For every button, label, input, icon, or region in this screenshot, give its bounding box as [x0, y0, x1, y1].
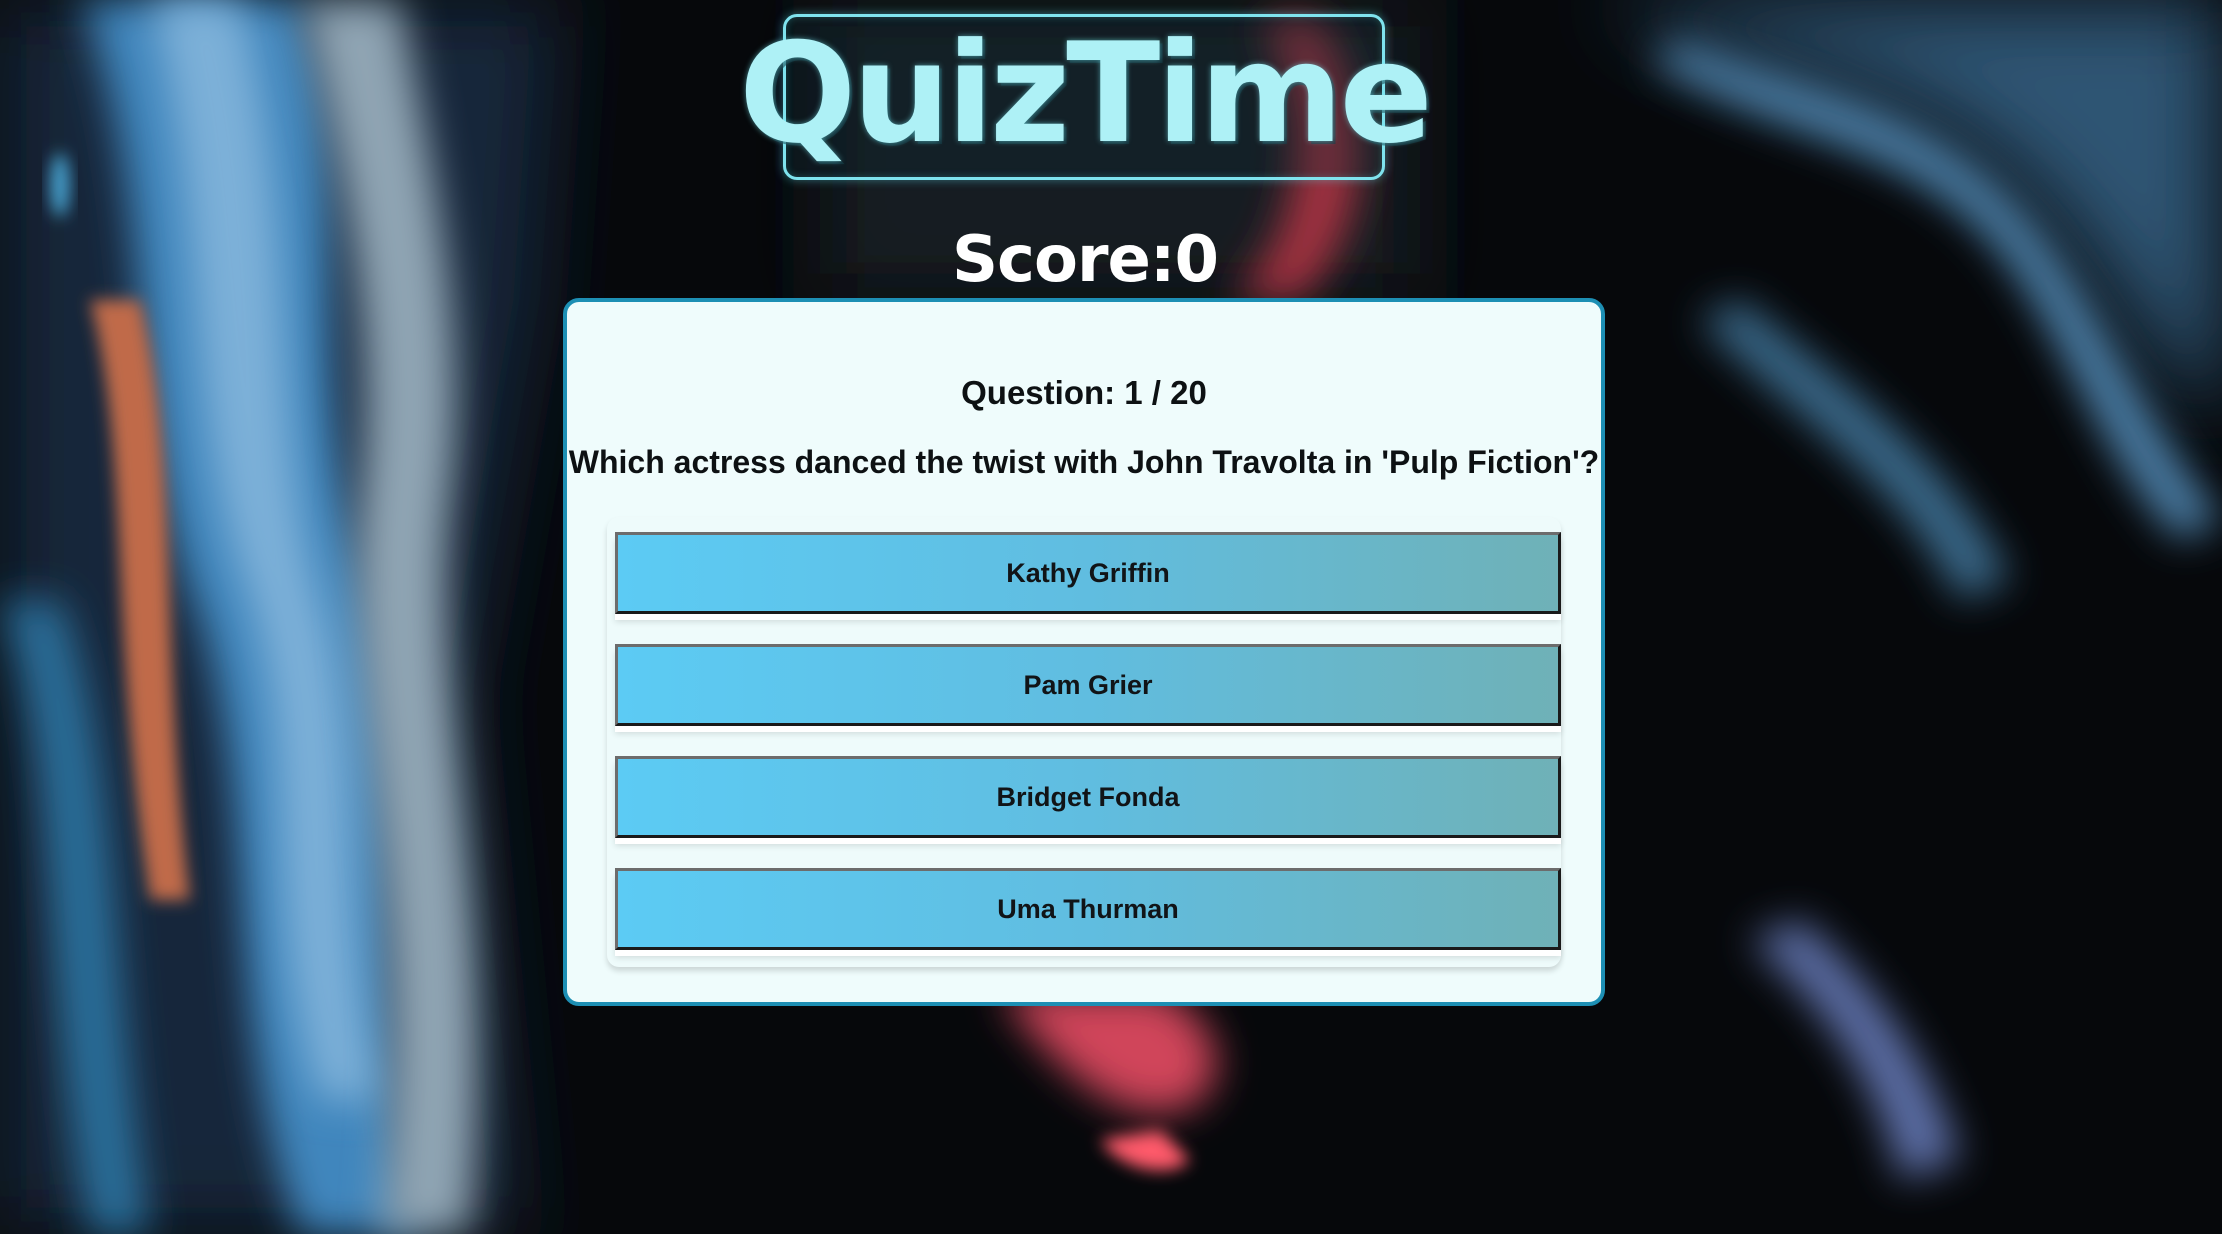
- score-label: Score:: [951, 223, 1176, 297]
- score-value: 0: [1174, 223, 1220, 297]
- answer-button-3[interactable]: Bridget Fonda: [615, 756, 1561, 838]
- answer-button-2[interactable]: Pam Grier: [615, 644, 1561, 726]
- question-card: Question: 1 / 20 Which actress danced th…: [563, 298, 1605, 1006]
- question-text: Which actress danced the twist with John…: [568, 444, 1600, 480]
- app-logo-text: QuizTime: [739, 13, 1433, 174]
- score-display: Score:0: [0, 222, 2170, 298]
- answer-button-4[interactable]: Uma Thurman: [615, 868, 1561, 950]
- answer-list: Kathy Griffin Pam Grier Bridget Fonda Um…: [607, 517, 1561, 967]
- question-counter: Question: 1 / 20: [961, 374, 1207, 411]
- app-logo: QuizTime: [739, 14, 1433, 180]
- answer-button-1[interactable]: Kathy Griffin: [615, 532, 1561, 614]
